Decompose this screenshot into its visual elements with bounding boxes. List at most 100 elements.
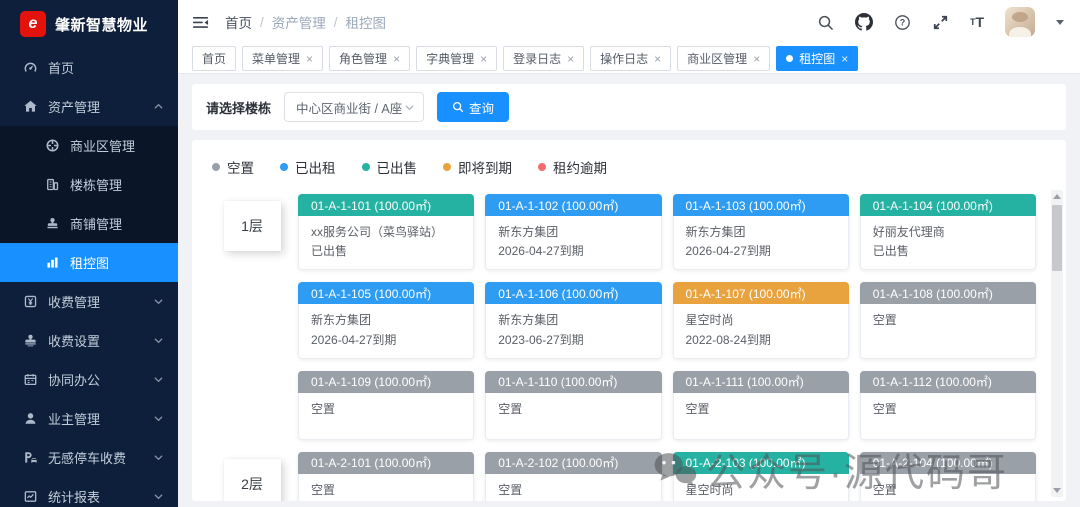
room-card[interactable]: 01-A-1-112 (100.00㎡)空置: [860, 371, 1036, 440]
room-info-line: 2023-06-27到期: [498, 331, 648, 350]
sidebar-item-home[interactable]: 首页: [0, 48, 178, 87]
sidebar-item-label: 无感停车收费: [48, 448, 143, 467]
room-title: 01-A-1-108 (100.00㎡): [860, 282, 1036, 304]
sidebar-item-fee-settings[interactable]: 收费设置: [0, 321, 178, 360]
scroll-up-arrow-icon[interactable]: [1053, 194, 1061, 199]
user-menu-caret-icon[interactable]: [1056, 20, 1064, 25]
scrollbar-thumb[interactable]: [1052, 205, 1062, 271]
home-icon: [22, 99, 38, 114]
navbar-actions: ? TT: [817, 7, 1064, 37]
scroll-down-arrow-icon[interactable]: [1053, 488, 1061, 493]
room-card[interactable]: 01-A-1-102 (100.00㎡)新东方集团2026-04-27到期: [485, 194, 661, 270]
tab-role-mgmt[interactable]: 角色管理 ×: [329, 46, 410, 71]
room-card[interactable]: 01-A-1-105 (100.00㎡)新东方集团2026-04-27到期: [298, 282, 474, 358]
room-card[interactable]: 01-A-1-108 (100.00㎡)空置: [860, 282, 1036, 358]
search-icon: [452, 101, 464, 113]
sidebar-item-biz-district-mgmt[interactable]: 商业区管理: [0, 126, 178, 165]
tab-rent-chart[interactable]: 租控图×: [776, 46, 858, 71]
tab-login-log[interactable]: 登录日志×: [503, 46, 584, 71]
sidebar-item-owner-mgmt[interactable]: 业主管理: [0, 399, 178, 438]
room-info-line: 已出售: [311, 242, 461, 261]
room-card[interactable]: 01-A-1-107 (100.00㎡)星空时尚2022-08-24到期: [673, 282, 849, 358]
sidebar-item-parking-fee[interactable]: 无感停车收费: [0, 438, 178, 477]
tab-close-icon[interactable]: ×: [753, 53, 760, 65]
room-body: 新东方集团2026-04-27到期: [299, 304, 473, 357]
room-card[interactable]: 01-A-1-111 (100.00㎡)空置: [673, 371, 849, 440]
tab-close-icon[interactable]: ×: [841, 53, 848, 65]
sidebar-item-fee-mgmt[interactable]: 收费管理: [0, 282, 178, 321]
room-info-line: 空置: [873, 400, 1023, 419]
tab-home[interactable]: 首页: [192, 46, 236, 71]
github-icon[interactable]: [855, 13, 873, 31]
room-info-line: 星空时尚: [686, 481, 836, 500]
sidebar-item-building-mgmt[interactable]: 楼栋管理: [0, 165, 178, 204]
room-card[interactable]: 01-A-1-109 (100.00㎡)空置: [298, 371, 474, 440]
room-info-line: xx服务公司（菜鸟驿站）: [311, 223, 461, 242]
tab-label: 商业区管理: [687, 50, 747, 67]
parking-icon: [22, 450, 38, 465]
room-body: 空置: [861, 304, 1035, 350]
search-button[interactable]: 查询: [437, 92, 509, 122]
room-card[interactable]: 01-A-2-104 (100.00㎡)空置: [860, 452, 1036, 501]
chevron-down-icon: [404, 102, 415, 113]
rent-control-board: 空置已出租已出售即将到期租约逾期 1层01-A-1-101 (100.00㎡)x…: [192, 140, 1066, 501]
tab-op-log[interactable]: 操作日志×: [590, 46, 671, 71]
sidebar-item-shop-mgmt[interactable]: 商铺管理: [0, 204, 178, 243]
room-card[interactable]: 01-A-1-101 (100.00㎡)xx服务公司（菜鸟驿站）已出售: [298, 194, 474, 270]
chevron-down-icon: [153, 335, 164, 346]
font-size-icon[interactable]: TT: [970, 14, 984, 30]
tab-close-icon[interactable]: ×: [567, 53, 574, 65]
room-title: 01-A-1-110 (100.00㎡): [485, 371, 661, 393]
room-title: 01-A-1-107 (100.00㎡): [673, 282, 849, 304]
room-card[interactable]: 01-A-2-102 (100.00㎡)空置: [485, 452, 661, 501]
room-body: xx服务公司（菜鸟驿站）已出售: [299, 216, 473, 269]
sidebar-item-asset-mgmt[interactable]: 资产管理: [0, 87, 178, 126]
sidebar-item-collab-office[interactable]: 协同办公: [0, 360, 178, 399]
tab-menu-mgmt[interactable]: 菜单管理×: [242, 46, 323, 71]
room-card[interactable]: 01-A-2-103 (100.00㎡)星空时尚: [673, 452, 849, 501]
tab-biz-district-mgmt[interactable]: 商业区管理 ×: [677, 46, 770, 71]
room-title: 01-A-1-101 (100.00㎡): [298, 194, 474, 216]
tab-close-icon[interactable]: ×: [393, 53, 400, 65]
tab-close-icon[interactable]: ×: [654, 53, 661, 65]
help-icon[interactable]: ?: [894, 14, 911, 31]
tab-label: 角色管理: [339, 50, 387, 67]
building-select[interactable]: 中心区商业街 / A座: [284, 92, 424, 122]
floor-label-column: 2层: [206, 452, 298, 501]
vertical-scrollbar[interactable]: [1051, 190, 1063, 497]
room-card[interactable]: 01-A-1-110 (100.00㎡)空置: [485, 371, 661, 440]
app-logo[interactable]: e 肇新智慧物业: [0, 0, 178, 48]
breadcrumb-home[interactable]: 首页: [225, 12, 252, 32]
yen-icon: [22, 294, 38, 309]
room-card[interactable]: 01-A-1-103 (100.00㎡)新东方集团2026-04-27到期: [673, 194, 849, 270]
sidebar-collapse-icon[interactable]: [192, 14, 209, 31]
sidebar-item-stat-reports[interactable]: 统计报表: [0, 477, 178, 507]
report-icon: [22, 489, 38, 504]
chevron-down-icon: [153, 374, 164, 385]
building-icon: [44, 177, 60, 192]
search-icon[interactable]: [817, 14, 834, 31]
sidebar-item-label: 统计报表: [48, 487, 143, 506]
chevron-down-icon: [153, 491, 164, 502]
room-body: 空置: [674, 393, 848, 439]
tab-close-icon[interactable]: ×: [306, 53, 313, 65]
tab-bar: 首页菜单管理×角色管理×字典管理×登录日志×操作日志×商业区管理×租控图×: [178, 44, 1080, 74]
room-card[interactable]: 01-A-1-104 (100.00㎡)好丽友代理商已出售: [860, 194, 1036, 270]
room-card[interactable]: 01-A-1-106 (100.00㎡)新东方集团2023-06-27到期: [485, 282, 661, 358]
legend-label: 已出租: [295, 157, 336, 177]
tab-dict-mgmt[interactable]: 字典管理×: [416, 46, 497, 71]
floor-section: 2层01-A-2-101 (100.00㎡)空置01-A-2-102 (100.…: [206, 452, 1036, 501]
room-info-line: 新东方集团: [498, 311, 648, 330]
room-body: 空置: [486, 393, 660, 439]
filter-bar: 请选择楼栋 中心区商业街 / A座 查询: [192, 84, 1066, 130]
fullscreen-icon[interactable]: [932, 14, 949, 31]
room-title: 01-A-1-104 (100.00㎡): [860, 194, 1036, 216]
building-select-value: 中心区商业街 / A座: [296, 98, 402, 117]
sidebar-item-label: 楼栋管理: [70, 175, 164, 194]
breadcrumb: 首页 / 资产管理 / 租控图: [225, 12, 386, 32]
tab-close-icon[interactable]: ×: [480, 53, 487, 65]
user-avatar[interactable]: [1005, 7, 1035, 37]
sidebar-item-rent-chart[interactable]: 租控图: [0, 243, 178, 282]
breadcrumb-asset-mgmt[interactable]: 资产管理: [272, 12, 326, 32]
room-card[interactable]: 01-A-2-101 (100.00㎡)空置: [298, 452, 474, 501]
